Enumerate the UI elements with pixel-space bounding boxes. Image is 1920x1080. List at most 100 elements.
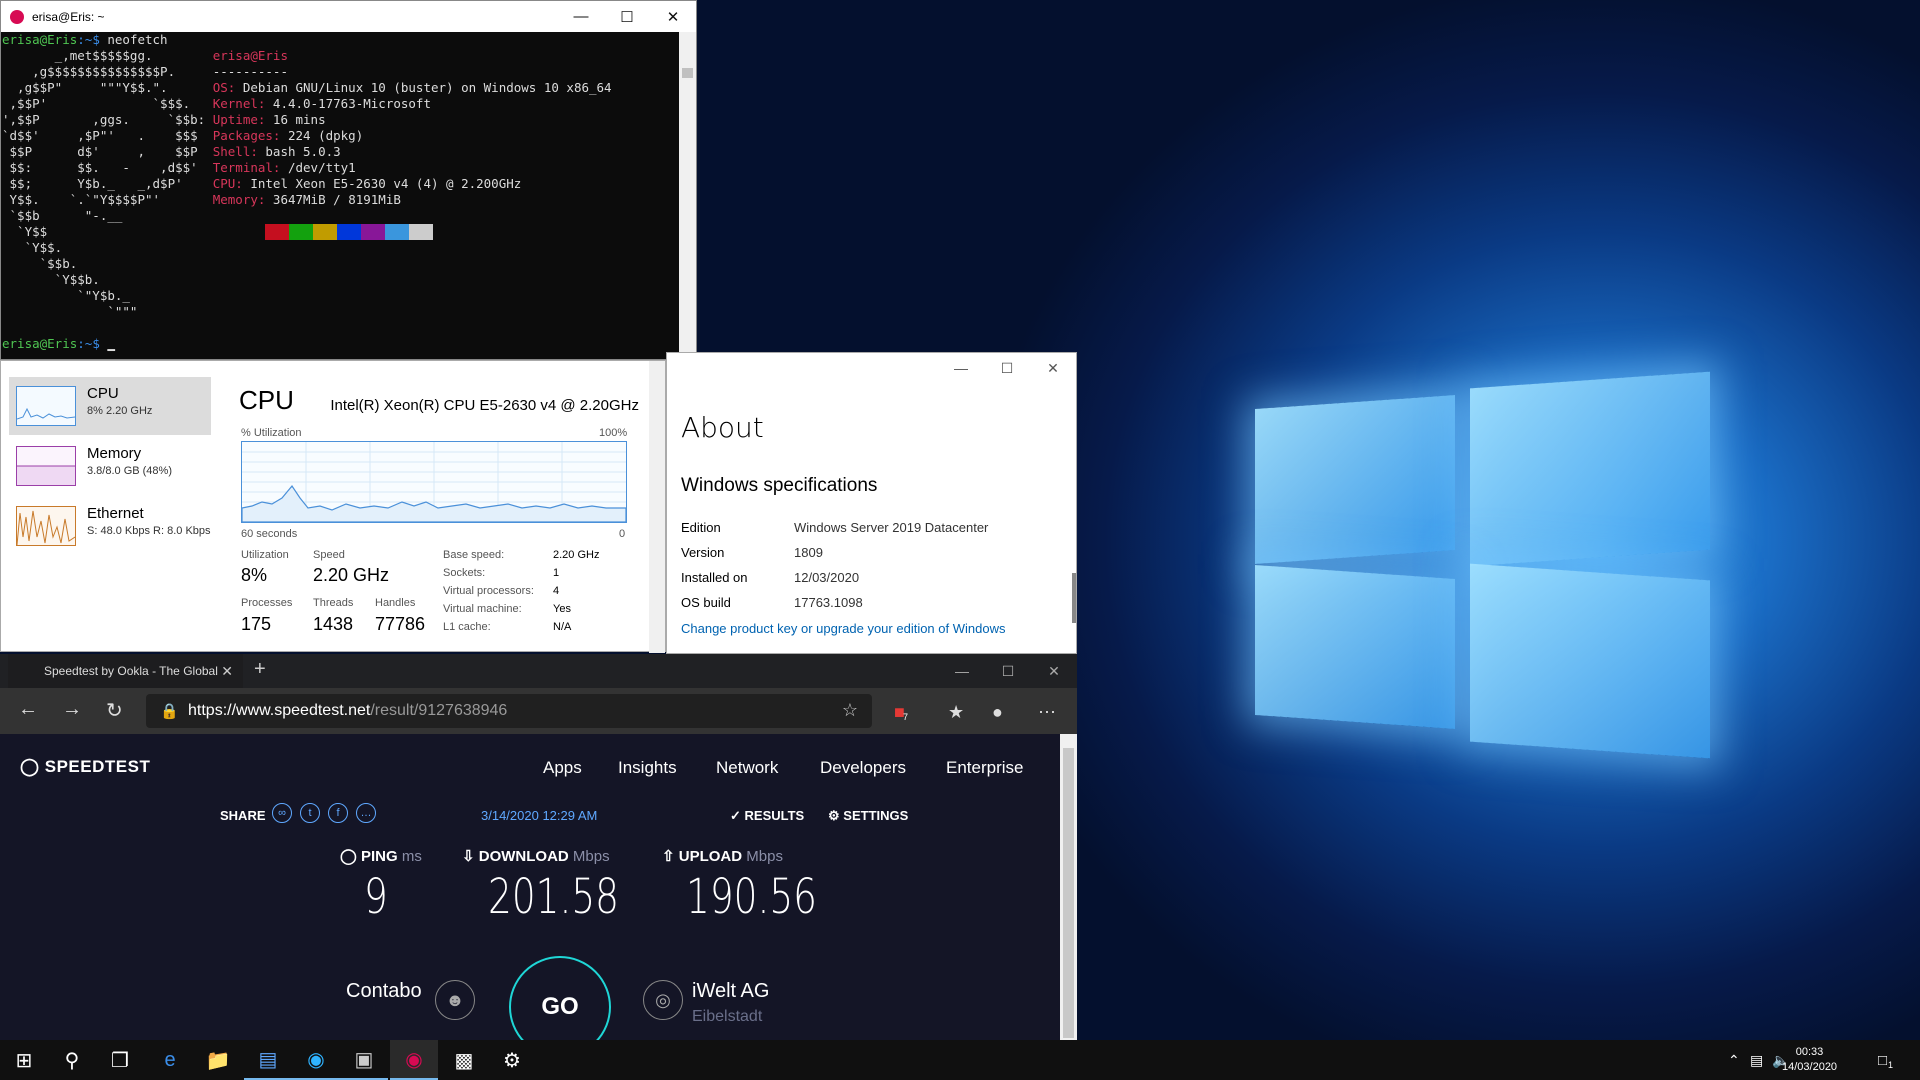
terminal-scrollbar[interactable]: [679, 32, 696, 360]
sidebar-item-cpu[interactable]: CPU 8% 2.20 GHz: [9, 377, 211, 435]
ascii-art: ,g$$P" """Y$$.".: [2, 80, 213, 95]
nav-insights[interactable]: Insights: [618, 758, 677, 778]
debian-terminal-icon[interactable]: ◉: [390, 1040, 438, 1080]
change-product-key-link[interactable]: Change product key or upgrade your editi…: [681, 621, 1005, 636]
task-manager-icon[interactable]: ▣: [340, 1040, 388, 1080]
processes-value: 175: [241, 614, 272, 634]
notification-icon[interactable]: □: [1878, 1052, 1887, 1069]
ascii-art: `Y$$.: [2, 240, 213, 255]
results-button[interactable]: ✓ RESULTS: [730, 808, 804, 824]
maximize-button[interactable]: ☐: [985, 654, 1031, 688]
about-window[interactable]: — ☐ ✕ About Windows specifications Editi…: [666, 352, 1077, 654]
spec-key: Installed on: [681, 570, 748, 585]
ascii-art: $$P d$' , $$P: [2, 144, 213, 159]
more-icon[interactable]: ⋯: [1038, 702, 1056, 723]
about-scrollbar[interactable]: [1072, 573, 1076, 623]
chevron-up-icon[interactable]: ⌃: [1728, 1052, 1740, 1069]
terminal-window[interactable]: erisa@Eris: ~ — ☐ ✕ erisa@Eris:~$ neofet…: [0, 0, 697, 360]
close-button[interactable]: ✕: [650, 1, 696, 32]
minimize-button[interactable]: —: [558, 1, 604, 32]
more-share-icon[interactable]: …: [356, 803, 376, 823]
task-manager-window[interactable]: CPU 8% 2.20 GHz Memory 3.8/8.0 GB (48%) …: [0, 360, 666, 653]
terminal-line: `Y$$b.: [2, 272, 681, 288]
clock[interactable]: 00:33 14/03/2020: [1782, 1045, 1837, 1075]
spec-value: N/A: [553, 621, 572, 633]
cpu-mini-graph: [16, 386, 76, 426]
browser-tab[interactable]: Speedtest by Ookla - The Global ✕: [8, 654, 243, 688]
minimize-button[interactable]: —: [938, 353, 984, 383]
nav-enterprise[interactable]: Enterprise: [946, 758, 1023, 778]
forward-icon[interactable]: →: [62, 698, 82, 721]
settings-icon[interactable]: ⚙: [488, 1040, 536, 1080]
person-icon: ☻: [435, 980, 475, 1020]
terminal-line: `$$b "-.__: [2, 208, 681, 224]
file-explorer-icon[interactable]: 📁: [194, 1040, 242, 1080]
terminal-line: ,$$P' `$$$. Kernel: 4.4.0-17763-Microsof…: [2, 96, 681, 112]
terminal-line: `"Y$b._: [2, 288, 681, 304]
ascii-art: ,g$$$$$$$$$$$$$$$P.: [2, 64, 213, 79]
tab-close-icon[interactable]: ✕: [221, 663, 233, 680]
speedtest-logo[interactable]: ◯ SPEEDTEST: [20, 757, 150, 777]
color-swatch: [289, 224, 313, 240]
browser-window[interactable]: Speedtest by Ookla - The Global ✕ + — ☐ …: [0, 654, 1077, 1058]
spec-key: Virtual processors:: [443, 585, 534, 597]
ascii-art: `$$b.: [2, 256, 213, 271]
cpu-heading: CPU: [239, 385, 294, 415]
spec-value: Windows Server 2019 Datacenter: [794, 520, 989, 535]
terminal-line: ,g$$$$$$$$$$$$$$$P. ----------: [2, 64, 681, 80]
spec-value: 2.20 GHz: [553, 549, 600, 561]
terminal-title: erisa@Eris: ~: [32, 9, 105, 24]
internet-explorer-icon[interactable]: e: [146, 1040, 194, 1080]
neofetch-info: Terminal:: [212, 160, 281, 175]
sidebar-item-memory[interactable]: Memory 3.8/8.0 GB (48%): [9, 437, 211, 495]
close-button[interactable]: ✕: [1030, 353, 1076, 383]
favorite-star-icon[interactable]: ☆: [842, 700, 858, 721]
task-view-icon[interactable]: ❐: [96, 1040, 144, 1080]
refresh-icon[interactable]: ↻: [106, 698, 123, 723]
nav-developers[interactable]: Developers: [820, 758, 906, 778]
server-manager-icon[interactable]: ▤: [244, 1040, 292, 1080]
result-date: 3/14/2020 12:29 AM: [481, 808, 598, 823]
profile-icon[interactable]: ●: [992, 702, 1003, 723]
nav-network[interactable]: Network: [716, 758, 778, 778]
ascii-art: Y$$. `.`"Y$$$$P"': [2, 192, 213, 207]
search-icon[interactable]: ⚲: [48, 1040, 96, 1080]
neofetch-info: OS:: [212, 80, 236, 95]
minimize-button[interactable]: —: [939, 654, 985, 688]
twitter-icon[interactable]: t: [300, 803, 320, 823]
terminal-titlebar[interactable]: erisa@Eris: ~ — ☐ ✕: [1, 1, 696, 32]
settings-button[interactable]: ⚙ SETTINGS: [828, 808, 908, 824]
nav-apps[interactable]: Apps: [543, 758, 582, 778]
cpu-utilization-graph: [241, 441, 627, 523]
speed-label: Speed: [313, 549, 345, 561]
back-icon[interactable]: ←: [18, 698, 38, 721]
terminal-line: $$P d$' , $$P Shell: bash 5.0.3: [2, 144, 681, 160]
command-prompt-icon[interactable]: ▩: [440, 1040, 488, 1080]
start-icon[interactable]: ⊞: [0, 1040, 48, 1080]
notification-count: 1: [1888, 1060, 1894, 1070]
color-swatch: [361, 224, 385, 240]
favorites-icon[interactable]: ★: [948, 702, 964, 723]
download-value: 201.58: [488, 869, 620, 925]
neofetch-info: Packages:: [212, 128, 281, 143]
close-button[interactable]: ✕: [1031, 654, 1077, 688]
task-manager-scrollbar[interactable]: [649, 361, 665, 653]
address-bar[interactable]: 🔒 https://www.speedtest.net/result/91276…: [146, 694, 872, 728]
ascii-art: `""": [2, 304, 213, 319]
edge-icon[interactable]: ◉: [292, 1040, 340, 1080]
facebook-icon[interactable]: f: [328, 803, 348, 823]
ascii-art: `"Y$b._: [2, 288, 213, 303]
globe-icon[interactable]: ◎: [643, 980, 683, 1020]
terminal-output[interactable]: erisa@Eris:~$ neofetch _,met$$$$$gg. eri…: [1, 32, 681, 360]
maximize-button[interactable]: ☐: [984, 353, 1030, 383]
network-icon[interactable]: ▤: [1750, 1052, 1763, 1069]
spec-value: 12/03/2020: [794, 570, 860, 585]
link-icon[interactable]: ∞: [272, 803, 292, 823]
server-name[interactable]: iWelt AG: [692, 980, 769, 1003]
sidebar-memory-sub: 3.8/8.0 GB (48%): [87, 465, 172, 477]
browser-scrollbar[interactable]: [1060, 734, 1077, 1040]
new-tab-button[interactable]: +: [254, 658, 266, 681]
maximize-button[interactable]: ☐: [604, 1, 650, 32]
sidebar-item-ethernet[interactable]: Ethernet S: 48.0 Kbps R: 8.0 Kbps: [9, 497, 211, 555]
clock-time: 00:33: [1795, 1046, 1824, 1058]
